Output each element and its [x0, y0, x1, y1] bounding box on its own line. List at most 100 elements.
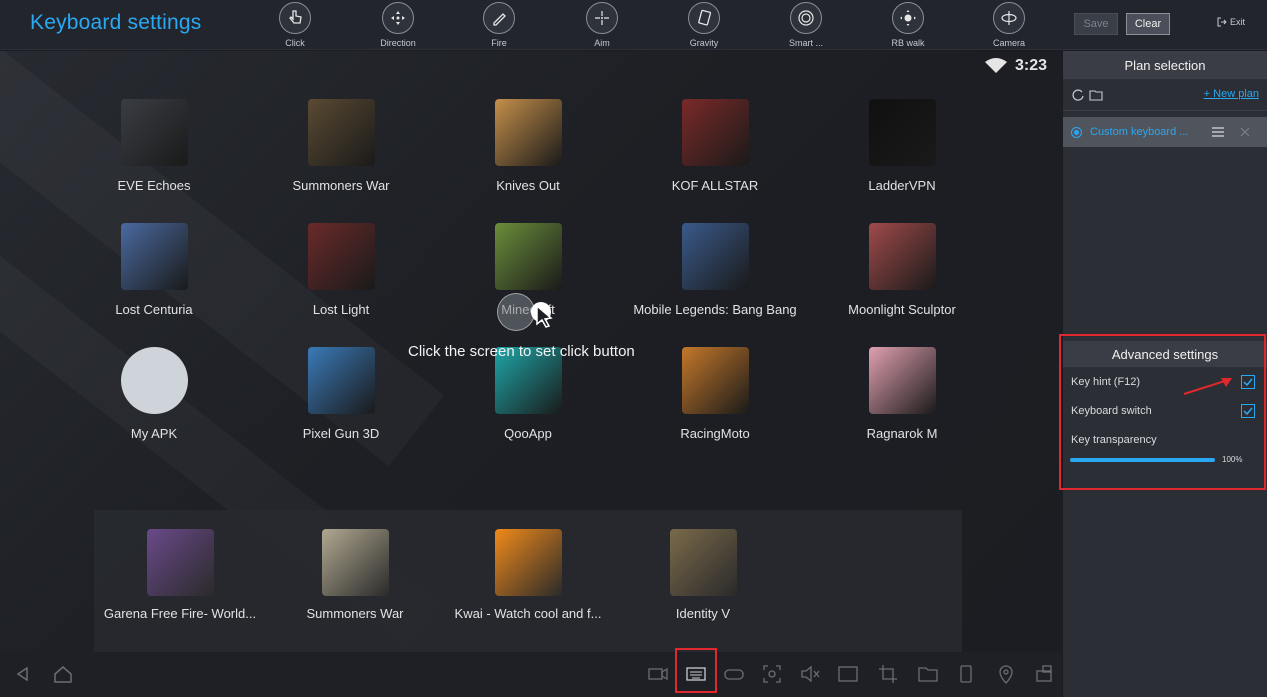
app-icon	[321, 529, 389, 596]
app-icon-tile[interactable]: Lost Centuria	[69, 223, 239, 317]
clear-button[interactable]: Clear	[1126, 13, 1170, 35]
app-icon	[120, 99, 188, 166]
video-record-icon[interactable]	[647, 663, 669, 685]
app-name: Mobile Legends: Bang Bang	[633, 302, 797, 317]
app-icon-tile[interactable]: RacingMoto	[630, 347, 800, 441]
dock-app-tile[interactable]: Kwai - Watch cool and f...	[443, 529, 613, 621]
tool-gravity[interactable]: Gravity	[664, 2, 744, 48]
shake-icon[interactable]	[955, 663, 977, 685]
app-name: Kwai - Watch cool and f...	[454, 606, 602, 621]
app-icon-tile[interactable]: KOF ALLSTAR	[630, 99, 800, 193]
app-icon-tile[interactable]: LadderVPN	[817, 99, 987, 193]
tool-label: Click	[285, 38, 305, 48]
save-button[interactable]: Save	[1074, 13, 1118, 35]
app-name: Knives Out	[496, 178, 560, 193]
folder-icon[interactable]	[917, 663, 939, 685]
app-icon	[307, 347, 375, 414]
click-hint-text: Click the screen to set click button	[408, 343, 635, 360]
app-icon-tile[interactable]: Pixel Gun 3D	[256, 347, 426, 441]
exit-label: Exit	[1230, 17, 1246, 27]
plan-name: Custom keyboard ...	[1090, 126, 1189, 138]
tool-label: Smart ...	[788, 38, 823, 48]
home-icon[interactable]	[52, 663, 74, 685]
app-icon	[120, 223, 188, 290]
tool-fire[interactable]: Fire	[459, 2, 539, 48]
app-icon-tile[interactable]: QooApp	[443, 347, 613, 441]
app-icon-tile[interactable]: My APK	[69, 347, 239, 441]
app-icon-tile[interactable]: EVE Echoes	[69, 99, 239, 193]
folder-icon[interactable]	[1089, 88, 1103, 102]
app-icon-tile[interactable]: Lost Light	[256, 223, 426, 317]
app-icon-tile[interactable]: Moonlight Sculptor	[817, 223, 987, 317]
camera-rotate-icon	[1001, 11, 1017, 25]
app-name: Pixel Gun 3D	[302, 426, 380, 441]
page-title: Keyboard settings	[30, 11, 202, 34]
status-bar: 3:23	[985, 57, 1047, 75]
app-icon	[307, 99, 375, 166]
app-icon	[868, 99, 936, 166]
keyboard-button-highlight	[675, 648, 717, 693]
tool-label: Direction	[380, 38, 416, 48]
tool-click[interactable]: Click	[255, 2, 335, 48]
app-name: RacingMoto	[680, 426, 750, 441]
app-name: QooApp	[504, 426, 552, 441]
tool-label: Camera	[992, 38, 1025, 48]
app-name: Lost Light	[312, 302, 370, 317]
tool-smart[interactable]: Smart ...	[766, 2, 846, 48]
app-name: KOF ALLSTAR	[671, 178, 759, 193]
app-name: Identity V	[675, 606, 731, 621]
cursor-arrow-icon	[531, 302, 553, 328]
app-icon	[494, 223, 562, 290]
app-name: Moonlight Sculptor	[848, 302, 956, 317]
list-icon[interactable]	[1212, 127, 1224, 137]
screenshot-icon[interactable]	[761, 663, 783, 685]
tool-aim[interactable]: Aim	[562, 2, 642, 48]
close-icon[interactable]	[1240, 127, 1250, 137]
app-icon-tile[interactable]: Mobile Legends: Bang Bang	[630, 223, 800, 317]
app-icon	[307, 223, 375, 290]
crop-icon[interactable]	[877, 663, 899, 685]
tool-rb-walk[interactable]: RB walk	[868, 2, 948, 48]
crosshair-icon	[595, 11, 609, 25]
new-plan-link[interactable]: + New plan	[1204, 88, 1259, 100]
location-icon[interactable]	[995, 663, 1017, 685]
app-icon	[681, 347, 749, 414]
plan-radio[interactable]	[1071, 126, 1082, 138]
app-icon	[868, 347, 936, 414]
tool-direction[interactable]: Direction	[358, 2, 438, 48]
rotate-screen-icon[interactable]	[1033, 663, 1055, 685]
apk-install-icon[interactable]	[837, 663, 859, 685]
app-name: Summoners War	[292, 178, 390, 193]
mute-icon[interactable]	[799, 663, 821, 685]
keyboard-settings-window: Keyboard settings Click Direction Fire A…	[0, 0, 1267, 697]
dock-app-tile[interactable]: Identity V	[618, 529, 788, 621]
tool-camera[interactable]: Camera	[969, 2, 1049, 48]
app-icon-tile[interactable]: Summoners War	[256, 99, 426, 193]
plan-selection-title: Plan selection	[1063, 51, 1267, 79]
emulator-screen[interactable]: 3:23 EVE Echoes Summoners War Knives Out KO…	[0, 51, 1062, 652]
dock-app-tile[interactable]: Summoners War	[270, 529, 440, 621]
app-icon	[681, 223, 749, 290]
app-icon-tile[interactable]: Ragnarok M	[817, 347, 987, 441]
app-icon	[146, 529, 214, 596]
dock-app-tile[interactable]: Garena Free Fire- World...	[95, 529, 265, 621]
joystick-icon	[900, 10, 916, 26]
app-icon-tile[interactable]: Knives Out	[443, 99, 613, 193]
refresh-icon[interactable]	[1071, 88, 1085, 102]
tilt-phone-icon	[698, 9, 712, 26]
plan-toolbar: + New plan	[1063, 79, 1267, 111]
gamepad-icon[interactable]	[723, 663, 745, 685]
plan-item-custom[interactable]: Custom keyboard ...	[1063, 117, 1267, 147]
app-name: Garena Free Fire- World...	[103, 606, 257, 621]
tool-label: Gravity	[689, 38, 719, 48]
app-name: My APK	[130, 426, 178, 441]
exit-icon	[1217, 17, 1227, 27]
app-name: Ragnarok M	[866, 426, 938, 441]
hand-pointer-icon	[289, 10, 302, 24]
exit-button[interactable]: Exit	[1217, 17, 1245, 27]
app-name: Summoners War	[306, 606, 404, 621]
tool-label: Aim	[594, 38, 610, 48]
tool-label: RB walk	[891, 38, 925, 48]
back-icon[interactable]	[12, 663, 34, 685]
app-icon	[681, 99, 749, 166]
